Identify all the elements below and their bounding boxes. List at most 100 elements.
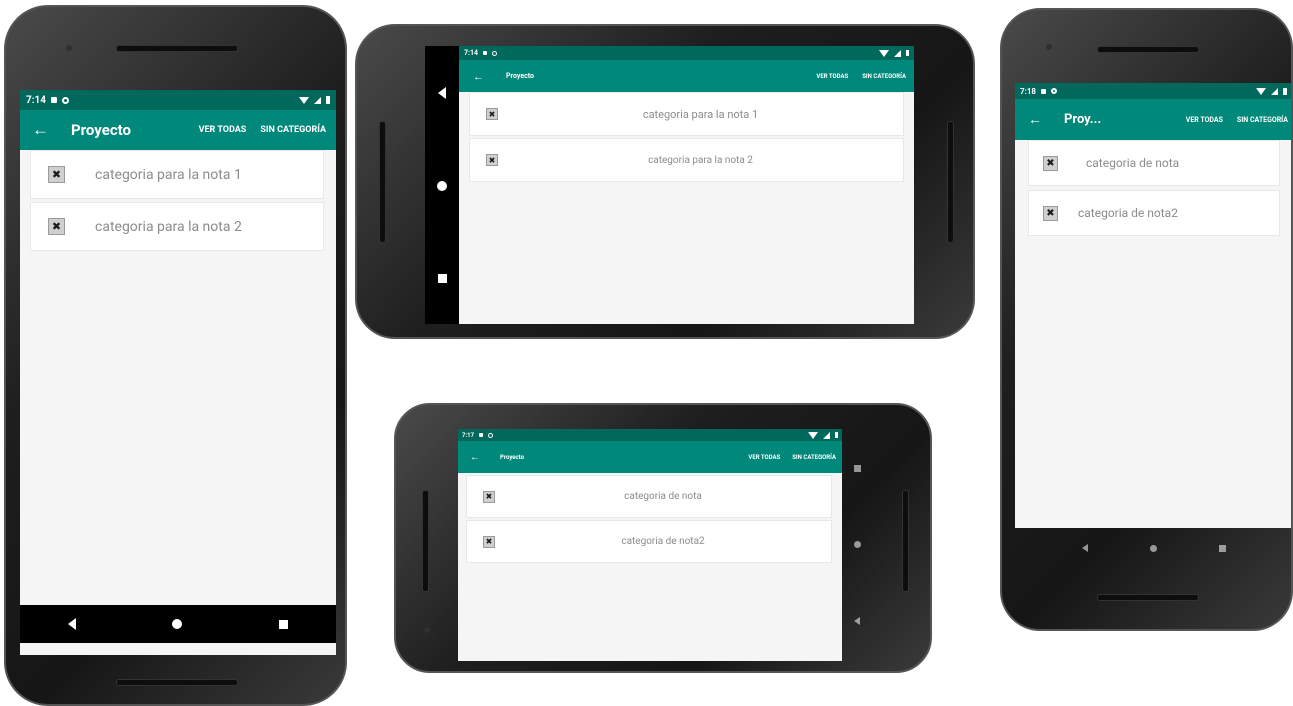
- category-label: categoria para la nota 2: [648, 154, 753, 166]
- page-title: Proyecto: [500, 453, 525, 461]
- status-time: 7:17: [462, 431, 475, 439]
- notification-icon: [1041, 88, 1047, 94]
- category-label: categoria para la nota 1: [95, 166, 242, 183]
- signal-icon: [894, 49, 901, 57]
- delete-icon[interactable]: ✖: [48, 218, 65, 235]
- nav-recents-icon[interactable]: [437, 273, 447, 283]
- status-time: 7:18: [1020, 86, 1037, 96]
- status-bar: 7:14: [20, 90, 336, 110]
- navigation-bar: [425, 46, 459, 324]
- screen: 7:18 ← Proy... VER TODAS SIN CATEGORÍA ✖…: [1015, 83, 1291, 528]
- phone-portrait-left: 7:14 ← Proyecto VER TODAS SIN CATEGORÍA …: [4, 5, 347, 706]
- battery-icon: [835, 432, 838, 438]
- list-item[interactable]: ✖ categoria para la nota 1: [469, 92, 904, 136]
- ver-todas-button[interactable]: VER TODAS: [748, 454, 780, 461]
- app-bar: ← Proyecto VER TODAS SIN CATEGORÍA: [458, 441, 842, 473]
- status-bar: 7:17: [458, 429, 842, 441]
- back-arrow-icon[interactable]: ←: [470, 452, 480, 463]
- nav-back-icon[interactable]: [68, 618, 77, 630]
- front-camera: [1046, 44, 1052, 50]
- app-bar: ← Proyecto VER TODAS SIN CATEGORÍA: [20, 110, 336, 150]
- category-label: categoria de nota2: [621, 536, 705, 547]
- screen: 7:17 ← Proyecto VER TODAS SIN CATEGORÍA …: [458, 429, 842, 661]
- nav-recents-icon[interactable]: [278, 619, 288, 629]
- wifi-icon: [808, 431, 818, 439]
- category-label: categoria de nota: [624, 491, 702, 502]
- navigation-bar: [842, 465, 872, 625]
- list-item[interactable]: ✖ categoria de nota2: [1028, 190, 1280, 236]
- status-time: 7:14: [26, 94, 47, 106]
- phone-landscape-top: 7:14 ← Proyecto VER TODAS SIN CATEGORÍA …: [355, 24, 975, 339]
- back-arrow-icon[interactable]: ←: [1028, 111, 1042, 128]
- back-arrow-icon[interactable]: ←: [32, 120, 49, 140]
- delete-icon[interactable]: ✖: [486, 154, 498, 166]
- signal-icon: [1271, 87, 1278, 95]
- nav-back-icon[interactable]: [1081, 544, 1088, 552]
- side-speaker: [947, 121, 954, 243]
- wifi-icon: [299, 96, 309, 104]
- list-item[interactable]: ✖ categoria de nota: [1028, 140, 1280, 186]
- nav-home-icon[interactable]: [1149, 544, 1157, 552]
- bottom-speaker: [116, 679, 238, 686]
- delete-icon[interactable]: ✖: [48, 166, 65, 183]
- ver-todas-button[interactable]: VER TODAS: [1186, 116, 1223, 124]
- screen: 7:14 ← Proyecto VER TODAS SIN CATEGORÍA …: [459, 46, 914, 324]
- notification-icon: [479, 433, 484, 437]
- status-bar: 7:18: [1015, 83, 1291, 99]
- list-item[interactable]: ✖ categoria de nota: [466, 475, 832, 518]
- battery-icon: [326, 96, 330, 104]
- nav-home-icon[interactable]: [172, 619, 183, 629]
- sync-icon: [1051, 88, 1058, 94]
- sync-icon: [488, 432, 494, 438]
- navigation-bar: [1015, 528, 1291, 568]
- battery-icon: [906, 50, 909, 56]
- sync-icon: [62, 96, 70, 104]
- sin-categoria-button[interactable]: SIN CATEGORÍA: [260, 125, 326, 135]
- phone-portrait-right: 7:18 ← Proy... VER TODAS SIN CATEGORÍA ✖…: [1000, 8, 1293, 631]
- delete-icon[interactable]: ✖: [486, 108, 498, 120]
- wifi-icon: [1256, 87, 1266, 95]
- list-item[interactable]: ✖ categoria de nota2: [466, 520, 832, 563]
- ver-todas-button[interactable]: VER TODAS: [199, 125, 247, 135]
- notification-icon: [51, 97, 58, 103]
- page-title: Proyecto: [506, 72, 535, 80]
- nav-back-icon[interactable]: [438, 87, 446, 100]
- page-title: Proy...: [1064, 112, 1102, 127]
- earpiece-speaker: [116, 45, 238, 52]
- bottom-speaker: [1097, 594, 1199, 601]
- app-bar: ← Proy... VER TODAS SIN CATEGORÍA: [1015, 99, 1291, 140]
- notification-icon: [483, 51, 488, 55]
- earpiece-speaker: [1097, 46, 1199, 53]
- front-camera: [424, 627, 430, 633]
- ver-todas-button[interactable]: VER TODAS: [816, 73, 848, 80]
- nav-home-icon[interactable]: [437, 181, 447, 192]
- nav-recents-icon[interactable]: [1218, 544, 1226, 552]
- side-speaker: [902, 490, 909, 592]
- delete-icon[interactable]: ✖: [1043, 205, 1058, 221]
- nav-recents-icon[interactable]: [853, 465, 861, 472]
- delete-icon[interactable]: ✖: [483, 490, 495, 503]
- nav-home-icon[interactable]: [853, 541, 861, 548]
- category-label: categoria de nota: [1086, 156, 1180, 170]
- status-bar: 7:14: [459, 46, 914, 60]
- sin-categoria-button[interactable]: SIN CATEGORÍA: [862, 73, 906, 80]
- screen: 7:14 ← Proyecto VER TODAS SIN CATEGORÍA …: [20, 90, 336, 655]
- signal-icon: [314, 96, 321, 104]
- side-speaker: [422, 490, 429, 592]
- back-arrow-icon[interactable]: ←: [473, 70, 484, 83]
- front-camera: [66, 45, 72, 51]
- delete-icon[interactable]: ✖: [1043, 155, 1058, 171]
- sync-icon: [492, 50, 498, 56]
- sin-categoria-button[interactable]: SIN CATEGORÍA: [1237, 116, 1288, 124]
- sin-categoria-button[interactable]: SIN CATEGORÍA: [792, 454, 836, 461]
- navigation-bar: [20, 605, 336, 643]
- category-label: categoria para la nota 1: [642, 107, 759, 121]
- wifi-icon: [879, 49, 889, 57]
- nav-back-icon[interactable]: [854, 617, 860, 625]
- list-item[interactable]: ✖ categoria para la nota 1: [30, 150, 324, 199]
- list-item[interactable]: ✖ categoria para la nota 2: [30, 202, 324, 251]
- delete-icon[interactable]: ✖: [483, 535, 495, 548]
- app-bar: ← Proyecto VER TODAS SIN CATEGORÍA: [459, 60, 914, 92]
- list-item[interactable]: ✖ categoria para la nota 2: [469, 138, 904, 182]
- category-label: categoria de nota2: [1078, 206, 1178, 220]
